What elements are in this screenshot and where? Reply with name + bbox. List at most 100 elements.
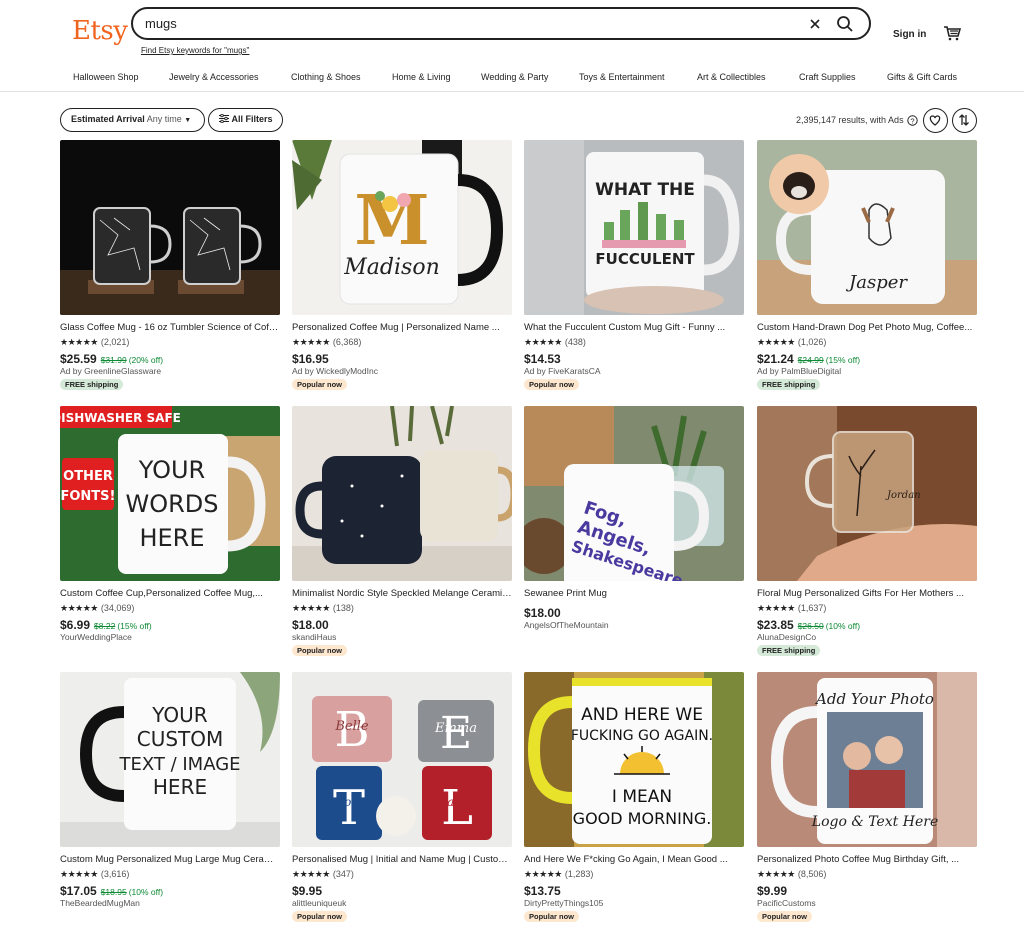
favorite-search-button[interactable] bbox=[923, 108, 948, 133]
product-rating: ★★★★★ (8,506) bbox=[757, 869, 826, 880]
mug-text: AND HERE WE bbox=[581, 705, 703, 725]
product-title[interactable]: Glass Coffee Mug - 16 oz Tumbler Science… bbox=[60, 322, 280, 333]
product-price: $9.99 bbox=[757, 884, 788, 898]
help-icon[interactable]: ? bbox=[907, 115, 918, 126]
product-title[interactable]: Custom Coffee Cup,Personalized Coffee Mu… bbox=[60, 588, 280, 599]
product-image[interactable]: Fog, Angels, Shakespeare bbox=[524, 406, 744, 581]
product-price: $18.00 bbox=[524, 606, 561, 620]
star-rating: ★★★★★ bbox=[60, 869, 98, 879]
product-title[interactable]: Personalised Mug | Initial and Name Mug … bbox=[292, 854, 512, 865]
svg-text:?: ? bbox=[910, 116, 914, 125]
product-price: $6.99 bbox=[60, 618, 91, 632]
product-image[interactable] bbox=[292, 406, 512, 581]
product-rating: ★★★★★ (138) bbox=[292, 603, 354, 614]
product-image[interactable]: YOUR CUSTOM TEXT / IMAGE HERE bbox=[60, 672, 280, 847]
seller-name[interactable]: skandiHaus bbox=[292, 632, 336, 642]
popular-now-badge: Popular now bbox=[524, 379, 579, 390]
site-header: Etsy mugs Find Etsy keywords for "mugs" … bbox=[0, 0, 1024, 92]
mug-text: CUSTOM bbox=[137, 727, 224, 751]
product-rating: ★★★★★ (1,637) bbox=[757, 603, 826, 614]
product-rating: ★★★★★ (2,021) bbox=[60, 337, 129, 348]
original-price: $18.95 bbox=[100, 887, 127, 897]
search-bar[interactable]: mugs bbox=[131, 7, 871, 40]
review-count: (6,368) bbox=[332, 337, 362, 347]
star-rating: ★★★★★ bbox=[60, 603, 98, 613]
product-rating: ★★★★★ (347) bbox=[292, 869, 354, 880]
star-rating: ★★★★★ bbox=[60, 337, 98, 347]
popular-now-badge: Popular now bbox=[757, 911, 812, 922]
all-filters-button[interactable]: All Filters bbox=[208, 108, 283, 132]
mug-text: Add Your Photo bbox=[814, 690, 934, 708]
mug-text: M bbox=[354, 181, 429, 261]
product-title[interactable]: Custom Hand-Drawn Dog Pet Photo Mug, Cof… bbox=[757, 322, 977, 333]
star-rating: ★★★★★ bbox=[757, 337, 795, 347]
discount: (20% off) bbox=[128, 355, 164, 365]
category-link[interactable]: Jewelry & Accessories bbox=[169, 72, 259, 82]
product-title[interactable]: Personalized Photo Coffee Mug Birthday G… bbox=[757, 854, 977, 865]
original-price: $24.99 bbox=[797, 355, 824, 365]
mug-text: WORDS bbox=[125, 490, 218, 518]
seller-name[interactable]: AlunaDesignCo bbox=[757, 632, 816, 642]
category-link[interactable]: Toys & Entertainment bbox=[579, 72, 665, 82]
product-title[interactable]: Custom Mug Personalized Mug Large Mug Ce… bbox=[60, 854, 280, 865]
product-title[interactable]: What the Fucculent Custom Mug Gift - Fun… bbox=[524, 322, 744, 333]
mug-text: YOUR bbox=[151, 703, 208, 727]
product-image[interactable]: DISHWASHER SAFE OTHER FONTS! YOUR WORDS … bbox=[60, 406, 280, 581]
mug-text: Emma bbox=[434, 721, 477, 736]
seller-name[interactable]: Ad by WickedlyModInc bbox=[292, 366, 378, 376]
star-rating: ★★★★★ bbox=[757, 869, 795, 879]
category-link[interactable]: Clothing & Shoes bbox=[291, 72, 361, 82]
product-rating: ★★★★★ (438) bbox=[524, 337, 586, 348]
product-image[interactable]: B Belle E Emma T Tori L Laura bbox=[292, 672, 512, 847]
product-image[interactable]: Jasper bbox=[757, 140, 977, 315]
product-title[interactable]: Sewanee Print Mug bbox=[524, 588, 744, 599]
product-image[interactable]: Add Your Photo Logo & Text Here bbox=[757, 672, 977, 847]
product-price: $17.05 bbox=[60, 884, 97, 898]
product-price: $18.00 bbox=[292, 618, 329, 632]
seller-name[interactable]: PacificCustoms bbox=[757, 898, 816, 908]
seller-name[interactable]: Ad by GreenlineGlassware bbox=[60, 366, 161, 376]
category-link[interactable]: Wedding & Party bbox=[481, 72, 548, 82]
search-icon[interactable] bbox=[835, 14, 855, 34]
seller-name[interactable]: alittleuniqueuk bbox=[292, 898, 346, 908]
find-keywords-link[interactable]: Find Etsy keywords for "mugs" bbox=[141, 46, 249, 55]
product-title[interactable]: Minimalist Nordic Style Speckled Melange… bbox=[292, 588, 512, 599]
etsy-logo[interactable]: Etsy bbox=[72, 16, 128, 46]
star-rating: ★★★★★ bbox=[524, 337, 562, 347]
review-count: (1,637) bbox=[797, 603, 827, 613]
seller-name[interactable]: Ad by FiveKaratsCA bbox=[524, 366, 601, 376]
filter-label: Estimated Arrival bbox=[71, 114, 145, 124]
product-image[interactable] bbox=[60, 140, 280, 315]
mug-text: Tori bbox=[337, 795, 361, 809]
star-rating: ★★★★★ bbox=[524, 869, 562, 879]
sort-button[interactable] bbox=[952, 108, 977, 133]
product-image[interactable]: Jordan bbox=[757, 406, 977, 581]
product-title[interactable]: Floral Mug Personalized Gifts For Her Mo… bbox=[757, 588, 977, 599]
product-image[interactable]: M Madison bbox=[292, 140, 512, 315]
close-icon[interactable] bbox=[806, 15, 824, 33]
star-rating: ★★★★★ bbox=[292, 603, 330, 613]
mug-text: Jordan bbox=[885, 490, 921, 501]
product-title[interactable]: Personalized Coffee Mug | Personalized N… bbox=[292, 322, 512, 333]
cart-icon[interactable] bbox=[943, 25, 961, 41]
sign-in-link[interactable]: Sign in bbox=[893, 29, 926, 40]
category-link[interactable]: Gifts & Gift Cards bbox=[887, 72, 957, 82]
search-input[interactable]: mugs bbox=[145, 16, 177, 31]
mug-text: Laura bbox=[438, 795, 475, 809]
seller-name[interactable]: YourWeddingPlace bbox=[60, 632, 132, 642]
category-link[interactable]: Craft Supplies bbox=[799, 72, 856, 82]
product-title[interactable]: And Here We F*cking Go Again, I Mean Goo… bbox=[524, 854, 744, 865]
seller-name[interactable]: DirtyPrettyThings105 bbox=[524, 898, 603, 908]
estimated-arrival-filter[interactable]: Estimated Arrival Any time ▼ bbox=[60, 108, 205, 132]
category-link[interactable]: Halloween Shop bbox=[73, 72, 139, 82]
product-image[interactable]: AND HERE WE FUCKING GO AGAIN. I MEAN GOO… bbox=[524, 672, 744, 847]
product-image[interactable]: WHAT THE FUCCULENT bbox=[524, 140, 744, 315]
original-price: $26.50 bbox=[797, 621, 824, 631]
sort-icon bbox=[959, 114, 969, 126]
original-price: $31.99 bbox=[100, 355, 127, 365]
seller-name[interactable]: TheBeardedMugMan bbox=[60, 898, 140, 908]
seller-name[interactable]: Ad by PalmBlueDigital bbox=[757, 366, 841, 376]
category-link[interactable]: Home & Living bbox=[392, 72, 451, 82]
category-link[interactable]: Art & Collectibles bbox=[697, 72, 766, 82]
seller-name[interactable]: AngelsOfTheMountain bbox=[524, 620, 609, 630]
